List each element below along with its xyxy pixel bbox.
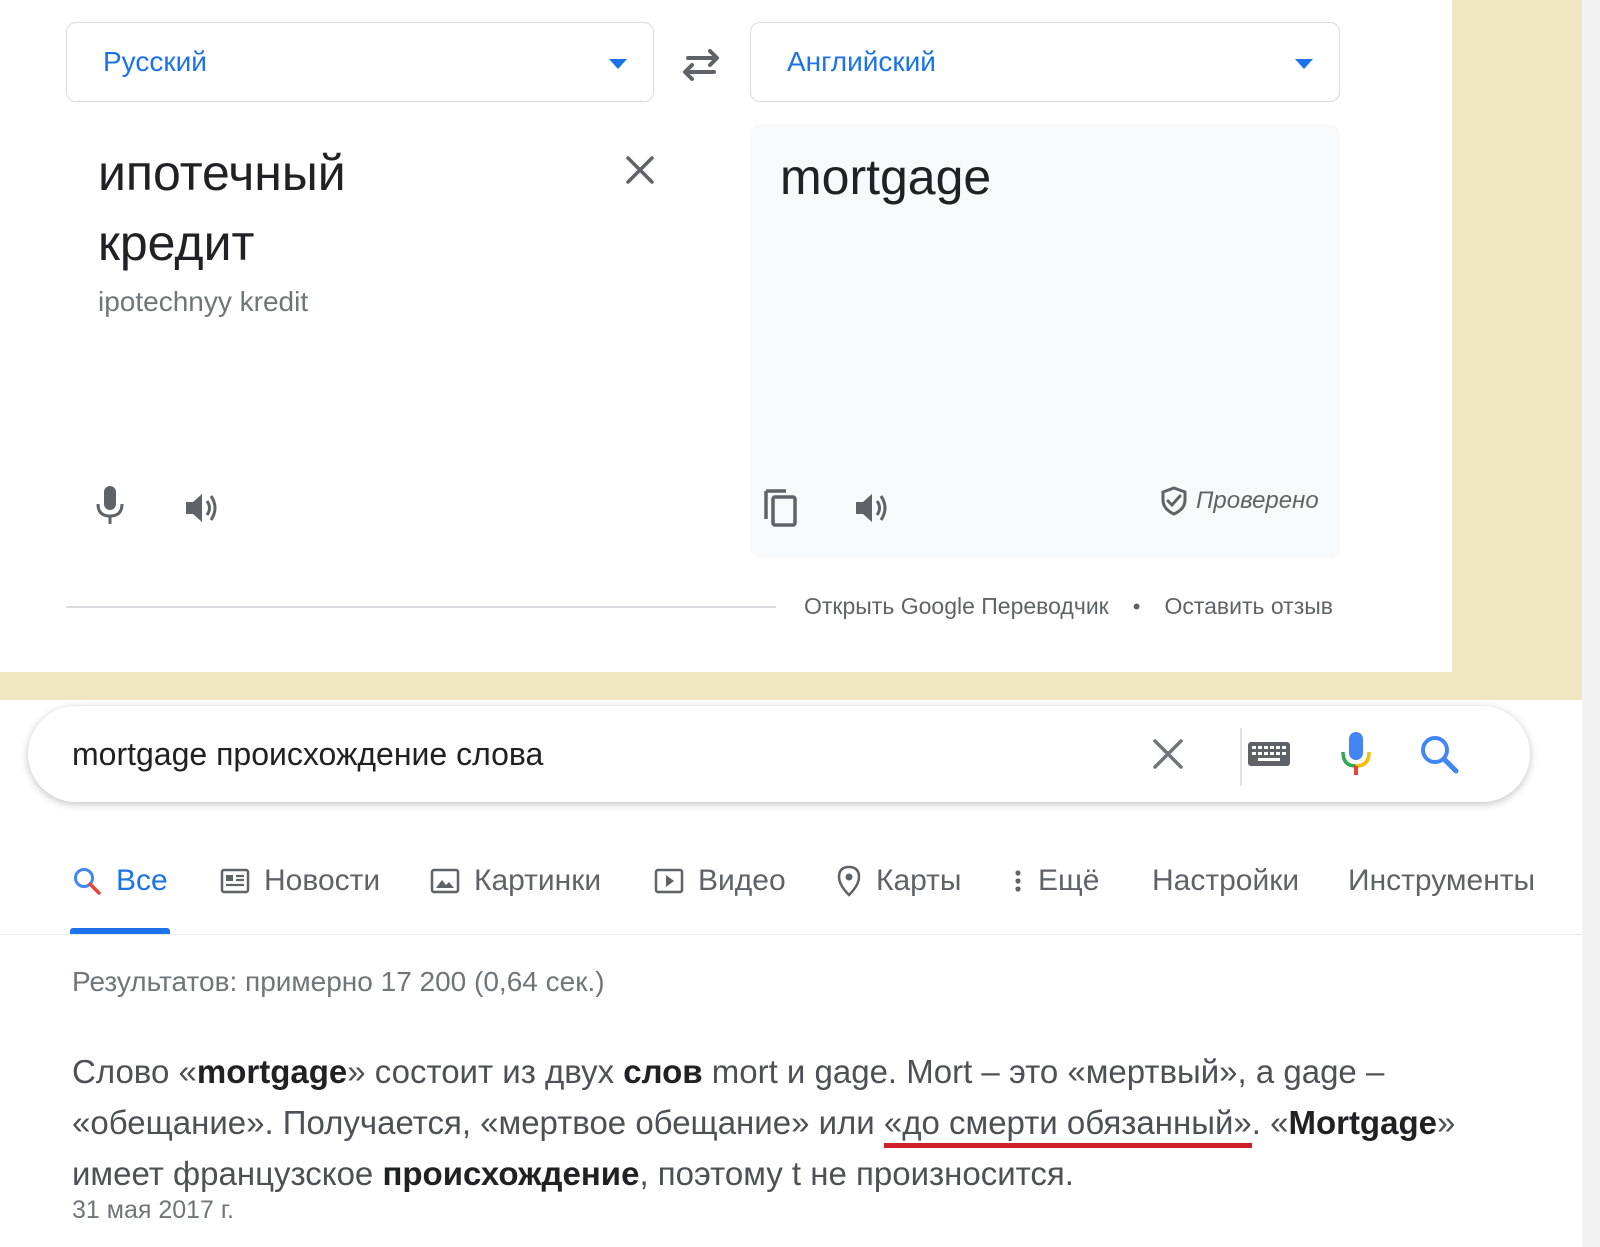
snippet-bold-term: mortgage bbox=[196, 1053, 348, 1090]
tab-tools[interactable]: Инструменты bbox=[1348, 864, 1535, 898]
featured-snippet: Слово «mortgage» состоит из двух слов mo… bbox=[72, 1046, 1512, 1199]
dropdown-arrow-icon bbox=[609, 59, 627, 69]
verified-label: Проверено bbox=[1196, 487, 1319, 514]
speaker-icon bbox=[856, 494, 887, 522]
separator-dot: • bbox=[1132, 593, 1141, 619]
tabs-divider bbox=[0, 934, 1582, 935]
tab-label: Настройки bbox=[1152, 864, 1300, 897]
clear-source-button[interactable] bbox=[620, 150, 660, 190]
news-icon bbox=[220, 868, 250, 894]
snippet-text: Слово « bbox=[72, 1053, 197, 1090]
source-text-line: ипотечный bbox=[98, 145, 346, 201]
tab-label: Видео bbox=[698, 864, 786, 897]
voice-input-button[interactable] bbox=[88, 484, 132, 528]
speaker-icon bbox=[186, 494, 217, 522]
snippet-bold-term: слов bbox=[623, 1053, 703, 1090]
verified-badge: Проверено bbox=[1160, 486, 1319, 516]
keyboard-icon bbox=[1248, 742, 1290, 766]
send-feedback-link[interactable]: Оставить отзыв bbox=[1164, 593, 1333, 620]
listen-source-button[interactable] bbox=[180, 486, 224, 530]
translation-text: mortgage bbox=[780, 149, 992, 205]
tab-label: Картинки bbox=[474, 864, 602, 897]
swap-languages-button[interactable] bbox=[676, 40, 726, 88]
tab-all[interactable]: Все bbox=[72, 864, 168, 898]
search-submit-button[interactable] bbox=[1412, 726, 1466, 782]
tab-label: Все bbox=[116, 864, 168, 897]
translate-widget: Русский Английский ипотечный кредит ipot… bbox=[0, 0, 1452, 672]
background-frame-right bbox=[1452, 0, 1600, 700]
more-vert-icon bbox=[1015, 870, 1021, 892]
clear-search-button[interactable] bbox=[1142, 728, 1194, 780]
divider bbox=[66, 606, 776, 608]
target-language-select[interactable]: Английский bbox=[750, 22, 1340, 102]
search-icon bbox=[74, 868, 101, 895]
close-icon bbox=[1153, 739, 1183, 769]
verified-shield-icon bbox=[1161, 486, 1187, 516]
search-input[interactable] bbox=[72, 728, 1152, 780]
source-language-select[interactable]: Русский bbox=[66, 22, 654, 102]
source-text-area[interactable]: ипотечный кредит bbox=[98, 138, 598, 278]
background-frame-bottom bbox=[0, 672, 1582, 700]
video-icon bbox=[654, 868, 684, 894]
source-language-label: Русский bbox=[103, 46, 207, 77]
tab-news[interactable]: Новости bbox=[220, 864, 380, 898]
microphone-icon bbox=[96, 486, 124, 524]
tab-label: Карты bbox=[876, 864, 962, 897]
listen-translation-button[interactable] bbox=[850, 486, 894, 530]
tab-label: Инструменты bbox=[1348, 864, 1536, 897]
target-language-label: Английский bbox=[787, 46, 936, 77]
highlighted-phrase: «до смерти обязанный» bbox=[883, 1104, 1252, 1148]
open-google-translate-link[interactable]: Открыть Google Переводчик bbox=[804, 593, 1109, 620]
snippet-date: 31 мая 2017 г. bbox=[72, 1196, 234, 1224]
tab-more[interactable]: Ещё bbox=[1012, 864, 1099, 898]
result-stats: Результатов: примерно 17 200 (0,64 сек.) bbox=[72, 966, 605, 997]
snippet-text: » состоит из двух bbox=[347, 1053, 624, 1090]
snippet-bold-term: Mortgage bbox=[1288, 1104, 1437, 1141]
transliteration: ipotechnyy kredit bbox=[98, 286, 309, 317]
tab-video[interactable]: Видео bbox=[654, 864, 786, 898]
source-text-line: кредит bbox=[98, 215, 255, 271]
copy-translation-button[interactable] bbox=[758, 484, 802, 530]
tab-label: Ещё bbox=[1038, 864, 1100, 897]
page-scrollbar-track bbox=[1582, 0, 1600, 1247]
snippet-text: . « bbox=[1251, 1104, 1289, 1141]
search-box bbox=[28, 706, 1530, 802]
copy-icon bbox=[764, 489, 797, 527]
voice-search-button[interactable] bbox=[1330, 726, 1382, 782]
keyboard-button[interactable] bbox=[1242, 728, 1296, 780]
snippet-text: , поэтому t не произносится. bbox=[639, 1155, 1074, 1192]
tab-settings[interactable]: Настройки bbox=[1152, 864, 1299, 898]
tab-maps[interactable]: Карты bbox=[836, 864, 962, 898]
tab-images[interactable]: Картинки bbox=[430, 864, 601, 898]
map-pin-icon bbox=[837, 865, 861, 897]
swap-arrows-icon bbox=[683, 49, 719, 81]
search-icon bbox=[1421, 736, 1459, 774]
tab-label: Новости bbox=[264, 864, 381, 897]
translator-footer: Открыть Google Переводчик • Оставить отз… bbox=[804, 593, 1333, 620]
translation-output-panel: mortgage Проверено bbox=[750, 124, 1340, 558]
google-mic-icon bbox=[1341, 732, 1371, 775]
snippet-bold-term: происхождение bbox=[382, 1155, 640, 1192]
dropdown-arrow-icon bbox=[1295, 59, 1313, 69]
search-tabs: Все Новости Картинки Видео Карты Ещё Нас… bbox=[0, 840, 1582, 936]
close-icon bbox=[626, 156, 654, 184]
image-icon bbox=[430, 868, 460, 894]
